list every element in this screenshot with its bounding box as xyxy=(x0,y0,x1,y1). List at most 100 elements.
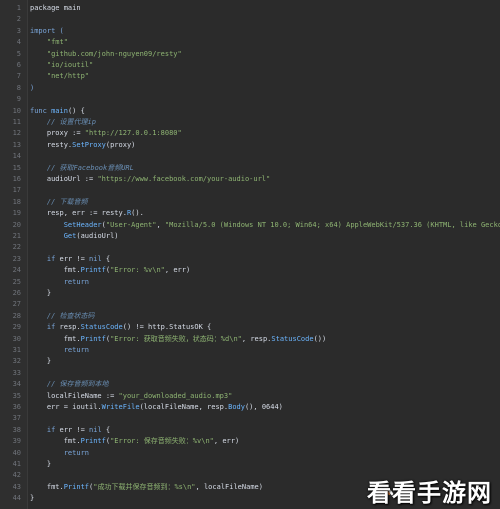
code-token: localFileName := xyxy=(30,391,119,400)
code-line[interactable]: 34 // 保存音频到本地 xyxy=(0,379,500,390)
line-number: 21 xyxy=(12,232,21,240)
code-line[interactable]: 32 } xyxy=(0,356,500,367)
code-line[interactable]: 12 proxy := "http://127.0.0.1:8080" xyxy=(0,128,500,139)
code-token: } xyxy=(30,357,52,366)
code-token: (audioUrl) xyxy=(76,232,119,240)
code-line[interactable]: 28 // 检查状态码 xyxy=(0,311,500,322)
code-line[interactable]: 20 SetHeader("User-Agent", "Mozilla/5.0 … xyxy=(0,220,500,231)
code-line[interactable]: 19 resp, err := resty.R(). xyxy=(0,208,500,219)
code-text: resp, err := resty.R(). xyxy=(30,208,500,219)
code-token: fmt. xyxy=(30,266,81,275)
code-line[interactable]: 23 if err != nil { xyxy=(0,254,500,265)
line-number: 20 xyxy=(12,220,21,229)
line-number: 28 xyxy=(12,311,21,320)
code-text: // 设置代理ip xyxy=(30,117,500,128)
line-number: 32 xyxy=(12,357,21,366)
code-token: } xyxy=(30,460,52,468)
code-token: err != xyxy=(55,425,90,434)
code-line[interactable]: 33 xyxy=(0,368,500,379)
code-line[interactable]: 35 localFileName := "your_downloaded_aud… xyxy=(0,391,500,402)
code-line[interactable]: 9 xyxy=(0,94,500,105)
line-number: 42 xyxy=(12,471,21,480)
code-text: localFileName := "your_downloaded_audio.… xyxy=(30,391,500,402)
code-line[interactable]: 3 import ( xyxy=(0,26,500,37)
code-text: func main() { xyxy=(30,106,500,117)
code-token: Printf xyxy=(80,334,106,343)
code-token: "Error: 获取音频失败，状态码：%d\n" xyxy=(110,334,242,343)
code-line[interactable]: 10 func main() { xyxy=(0,106,500,117)
code-line[interactable]: 16 audioUrl := "https://www.facebook.com… xyxy=(0,174,500,185)
code-line[interactable]: 14 xyxy=(0,151,500,162)
line-number: 36 xyxy=(12,403,21,411)
code-text: } xyxy=(30,288,500,299)
code-text: package main xyxy=(30,3,500,14)
code-line[interactable]: 1 package main xyxy=(0,3,500,14)
line-number: 12 xyxy=(12,129,21,138)
code-text: // 获取Facebook音频URL xyxy=(30,163,500,174)
code-token: Printf xyxy=(63,482,90,491)
code-text: err = ioutil.WriteFile(localFileName, re… xyxy=(30,402,500,413)
code-token: resty. xyxy=(30,140,73,149)
code-line[interactable]: 41 } xyxy=(0,459,500,470)
code-token: () { xyxy=(67,106,85,115)
code-line[interactable]: 5 "github.com/john-nguyen09/resty" xyxy=(0,49,500,60)
code-line[interactable]: 31 return xyxy=(0,345,500,356)
code-line[interactable]: 4 "fmt" xyxy=(0,37,500,48)
code-token: { xyxy=(101,425,111,434)
code-text: "net/http" xyxy=(30,71,500,82)
line-number: 35 xyxy=(12,391,21,400)
code-line[interactable]: 24 fmt.Printf("Error: %v\n", err) xyxy=(0,265,500,276)
code-line[interactable]: 39 fmt.Printf("Error: 保存音频失败：%v\n", err) xyxy=(0,436,500,447)
line-number: 2 xyxy=(16,15,21,24)
line-number: 26 xyxy=(12,289,21,297)
code-token: fmt. xyxy=(30,482,64,491)
code-token: (), 0644) xyxy=(244,403,283,411)
code-line[interactable]: 13 resty.SetProxy(proxy) xyxy=(0,140,500,151)
line-number: 22 xyxy=(12,243,21,252)
code-line[interactable]: 18 // 下载音频 xyxy=(0,197,500,208)
code-line[interactable]: 27 xyxy=(0,299,500,310)
code-line[interactable]: 30 fmt.Printf("Error: 获取音频失败，状态码：%d\n", … xyxy=(0,334,500,345)
code-line[interactable]: 29 if resp.StatusCode() != http.StatusOK… xyxy=(0,322,500,333)
code-token: audioUrl := xyxy=(30,175,98,183)
code-line[interactable]: 21 Get(audioUrl) xyxy=(0,231,500,242)
code-token: "fmt" xyxy=(30,38,68,47)
code-line[interactable]: 36 err = ioutil.WriteFile(localFileName,… xyxy=(0,402,500,413)
code-line[interactable]: 8) xyxy=(0,83,500,94)
code-text: } xyxy=(30,459,500,470)
code-text: SetHeader("User-Agent", "Mozilla/5.0 (Wi… xyxy=(30,220,500,231)
code-token: ()) xyxy=(313,334,327,343)
code-line[interactable]: 40 return xyxy=(0,448,500,459)
code-editor[interactable]: 1 package main 2 3 import (4 "fmt" 5 "github.… xyxy=(0,0,500,509)
code-line[interactable]: 17 xyxy=(0,185,500,196)
code-line[interactable]: 15 // 获取Facebook音频URL xyxy=(0,163,500,174)
code-token: StatusCode xyxy=(271,334,314,343)
code-line[interactable]: 26 } xyxy=(0,288,500,299)
code-line[interactable]: 25 return xyxy=(0,277,500,288)
code-token: err != xyxy=(55,254,90,263)
line-number: 9 xyxy=(16,95,21,104)
code-line[interactable]: 38 if err != nil { xyxy=(0,425,500,436)
code-text: return xyxy=(30,345,500,356)
code-line[interactable]: 2 xyxy=(0,14,500,25)
code-line[interactable]: 6 "io/ioutil" xyxy=(0,60,500,71)
code-token: , xyxy=(156,220,165,229)
code-line[interactable]: 22 xyxy=(0,242,500,253)
code-text: fmt.Printf("Error: 保存音频失败：%v\n", err) xyxy=(30,436,500,447)
code-line[interactable]: 11 // 设置代理ip xyxy=(0,117,500,128)
code-line[interactable]: 37 xyxy=(0,413,500,424)
code-line[interactable]: 7 "net/http" xyxy=(0,71,500,82)
code-token: "your_downloaded_audio.mp3" xyxy=(118,391,233,400)
code-token: package main xyxy=(30,4,81,12)
code-text: // 检查状态码 xyxy=(30,311,500,322)
code-token: "https://www.facebook.com/your-audio-url… xyxy=(97,175,271,183)
code-token: import ( xyxy=(30,26,64,35)
code-token: WriteFile xyxy=(101,403,140,411)
code-token: nil xyxy=(89,425,102,434)
code-token: // 下载音频 xyxy=(30,197,88,206)
code-token: // 设置代理ip xyxy=(30,118,96,126)
code-text: "io/ioutil" xyxy=(30,60,500,71)
code-token: fmt. xyxy=(30,334,81,343)
